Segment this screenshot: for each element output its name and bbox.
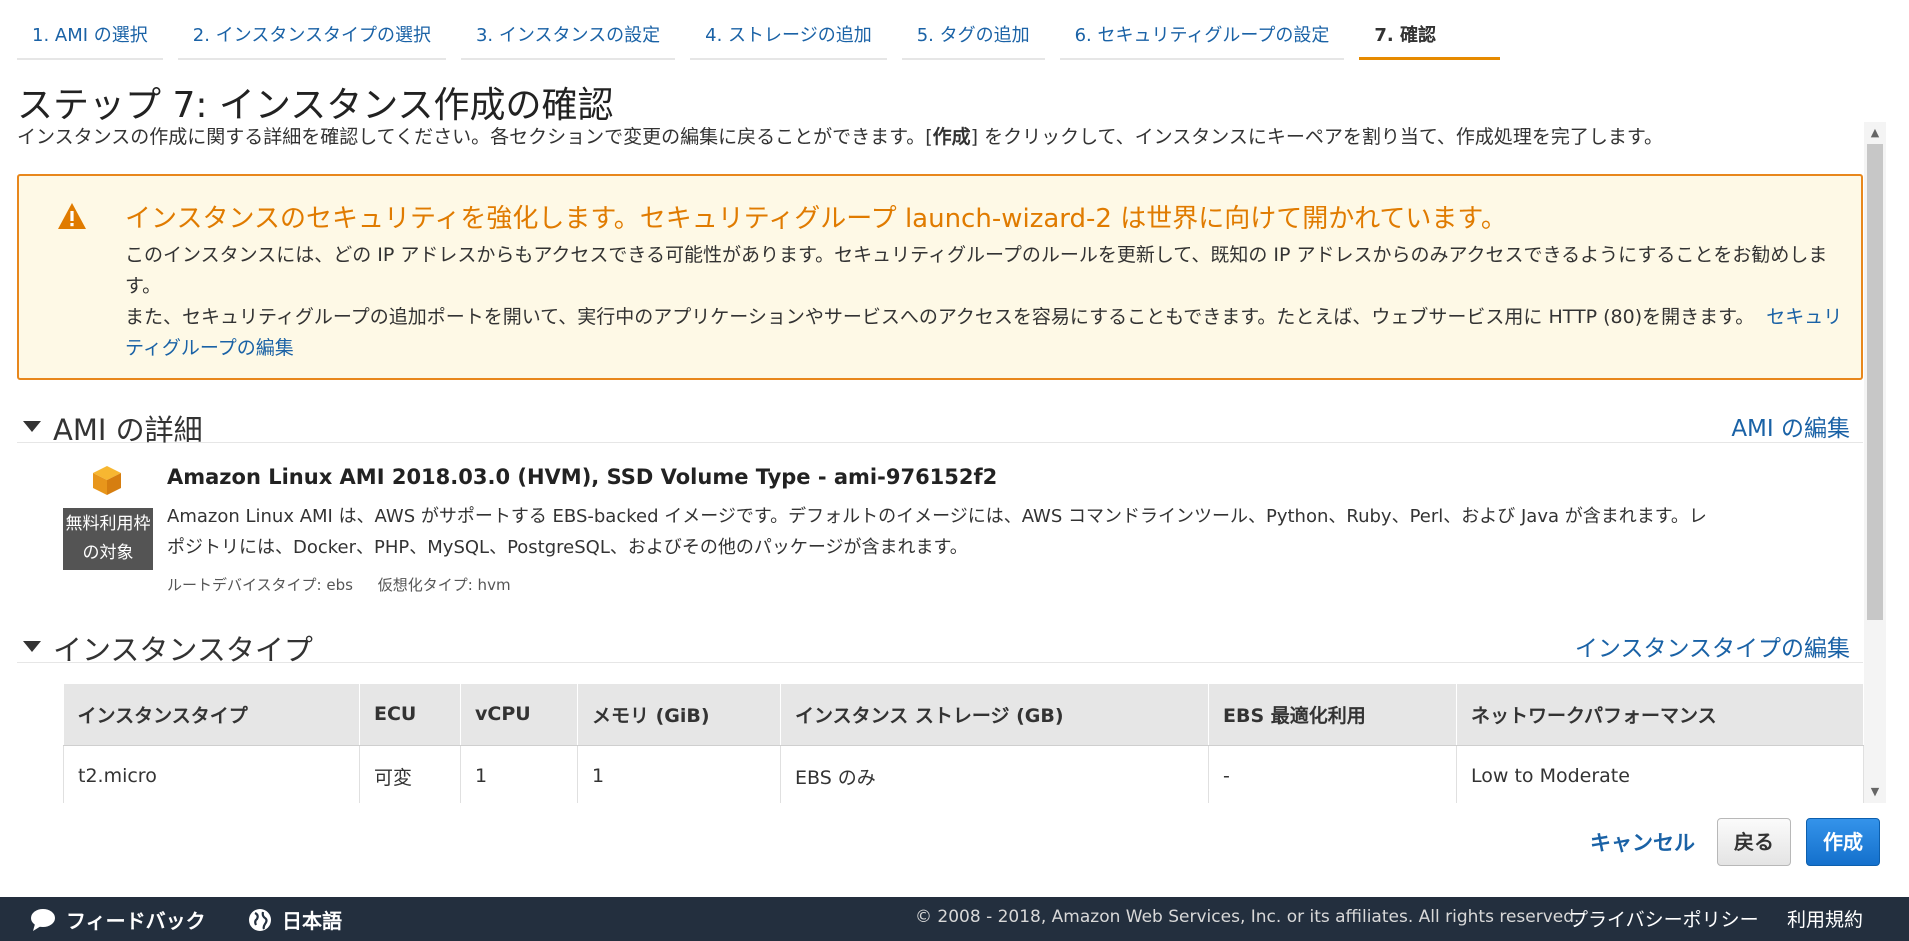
security-warning-banner: インスタンスのセキュリティを強化します。セキュリティグループ launch-wi… <box>17 174 1863 380</box>
column-header: EBS 最適化利用 <box>1208 684 1457 746</box>
table-cell: Low to Moderate <box>1456 745 1864 803</box>
ami-meta: ルートデバイスタイプ: ebs 仮想化タイプ: hvm <box>167 574 531 595</box>
table-cell: 可変 <box>359 745 461 803</box>
warning-line-2: また、セキュリティグループの追加ポートを開いて、実行中のアプリケーションやサービ… <box>125 302 1845 364</box>
table-header-row: インスタンスタイプ ECU vCPU メモリ (GiB) インスタンス ストレー… <box>63 684 1864 746</box>
table-cell: 1 <box>460 745 578 803</box>
table-cell: EBS のみ <box>780 745 1209 803</box>
privacy-policy-link[interactable]: プライバシーポリシー <box>1569 905 1759 932</box>
wizard-tabs: 1. AMI の選択 2. インスタンスタイプの選択 3. インスタンスの設定 … <box>17 18 1515 60</box>
vertical-scrollbar[interactable]: ▲ ▼ <box>1864 122 1886 803</box>
page-description: インスタンスの作成に関する詳細を確認してください。各セクションで変更の編集に戻る… <box>17 122 1663 149</box>
page-desc-bold: 作成 <box>932 126 971 148</box>
copyright-text: © 2008 - 2018, Amazon Web Services, Inc.… <box>915 907 1580 927</box>
cancel-button[interactable]: キャンセル <box>1590 827 1695 857</box>
feedback-link[interactable]: フィードバック <box>30 905 206 934</box>
tab-add-tags[interactable]: 5. タグの追加 <box>901 18 1045 60</box>
collapse-caret-icon[interactable] <box>23 641 41 652</box>
edit-ami-link[interactable]: AMI の編集 <box>1731 409 1850 443</box>
warning-body: このインスタンスには、どの IP アドレスからもアクセスできる可能性があります。… <box>125 240 1845 364</box>
free-tier-badge: 無料利用枠の対象 <box>63 508 153 570</box>
launch-button[interactable]: 作成 <box>1806 818 1880 866</box>
tab-configure-instance[interactable]: 3. インスタンスの設定 <box>460 18 676 60</box>
edit-instance-type-link[interactable]: インスタンスタイプの編集 <box>1575 629 1850 663</box>
table-cell: - <box>1208 745 1457 803</box>
console-footer: フィードバック 日本語 © 2008 - 2018, Amazon Web Se… <box>0 897 1909 941</box>
terms-of-use-link[interactable]: 利用規約 <box>1787 905 1863 932</box>
instance-type-table: インスタンスタイプ ECU vCPU メモリ (GiB) インスタンス ストレー… <box>63 684 1864 803</box>
root-device-type: ルートデバイスタイプ: ebs <box>167 576 353 594</box>
tab-choose-instance-type[interactable]: 2. インスタンスタイプの選択 <box>177 18 446 60</box>
tab-review[interactable]: 7. 確認 <box>1359 18 1500 60</box>
collapse-caret-icon[interactable] <box>23 421 41 432</box>
review-scroll-area: インスタンスのセキュリティを強化します。セキュリティグループ launch-wi… <box>17 157 1864 803</box>
column-header: ネットワークパフォーマンス <box>1456 684 1864 746</box>
ami-description: Amazon Linux AMI は、AWS がサポートする EBS-backe… <box>167 506 1707 558</box>
column-header: インスタンスタイプ <box>63 684 360 746</box>
page-title: ステップ 7: インスタンス作成の確認 <box>17 85 614 126</box>
language-selector[interactable]: 日本語 <box>248 905 342 934</box>
warning-line-2-text: また、セキュリティグループの追加ポートを開いて、実行中のアプリケーションやサービ… <box>125 306 1755 328</box>
feedback-label: フィードバック <box>66 909 206 933</box>
column-header: vCPU <box>460 684 578 746</box>
speech-bubble-icon <box>31 908 55 931</box>
table-cell: t2.micro <box>63 745 360 803</box>
language-label: 日本語 <box>282 909 342 933</box>
column-header: ECU <box>359 684 461 746</box>
scroll-down-arrow-icon[interactable]: ▼ <box>1864 781 1886 803</box>
ami-details-title: AMI の詳細 <box>53 413 203 447</box>
scrollbar-thumb[interactable] <box>1867 144 1883 620</box>
column-header: インスタンス ストレージ (GB) <box>780 684 1209 746</box>
warning-triangle-icon <box>58 203 86 229</box>
ami-details-header[interactable]: AMI の詳細 AMI の編集 <box>17 407 1863 447</box>
back-button[interactable]: 戻る <box>1717 818 1791 866</box>
ami-name: Amazon Linux AMI 2018.03.0 (HVM), SSD Vo… <box>167 465 998 489</box>
tab-configure-security-group[interactable]: 6. セキュリティグループの設定 <box>1059 18 1345 60</box>
tab-add-storage[interactable]: 4. ストレージの追加 <box>690 18 887 60</box>
virtualization-type: 仮想化タイプ: hvm <box>377 576 511 594</box>
warning-line-1: このインスタンスには、どの IP アドレスからもアクセスできる可能性があります。… <box>125 244 1828 297</box>
table-cell: 1 <box>577 745 781 803</box>
column-header: メモリ (GiB) <box>577 684 781 746</box>
page-desc-text-after: ] をクリックして、インスタンスにキーペアを割り当て、作成処理を完了します。 <box>970 126 1663 148</box>
globe-icon <box>249 908 271 931</box>
warning-title: インスタンスのセキュリティを強化します。セキュリティグループ launch-wi… <box>125 204 1507 234</box>
instance-type-title: インスタンスタイプ <box>53 633 313 667</box>
table-row: t2.micro 可変 1 1 EBS のみ - Low to Moderate <box>63 745 1864 803</box>
tab-choose-ami[interactable]: 1. AMI の選択 <box>17 18 163 60</box>
scroll-up-arrow-icon[interactable]: ▲ <box>1864 122 1886 144</box>
page-desc-text: インスタンスの作成に関する詳細を確認してください。各セクションで変更の編集に戻る… <box>17 126 933 148</box>
instance-type-header[interactable]: インスタンスタイプ インスタンスタイプの編集 <box>17 627 1863 667</box>
ami-cube-icon <box>93 466 121 495</box>
